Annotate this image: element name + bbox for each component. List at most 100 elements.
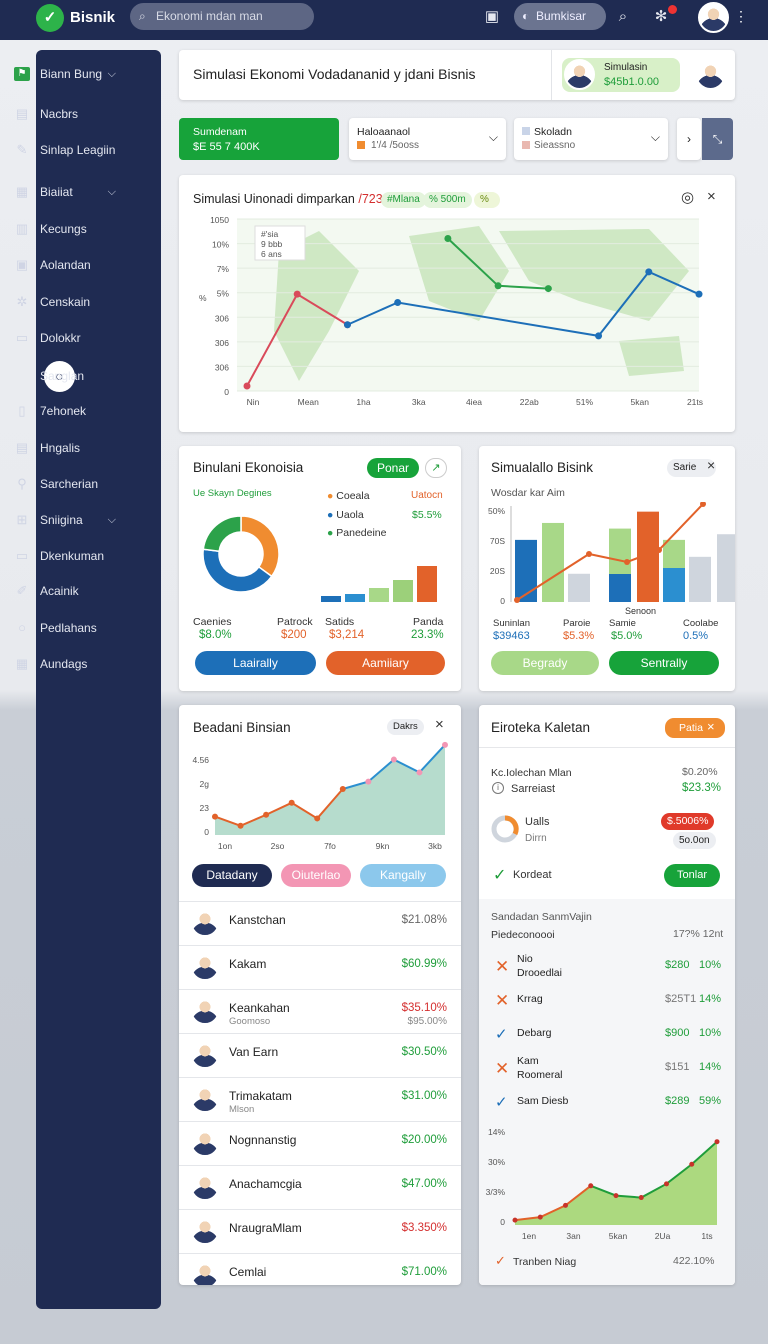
y-axis-icon: % (199, 293, 207, 303)
sidebar-item-0[interactable]: ⚑ Biann Bung ⌵ (12, 63, 122, 85)
x-tick-label: 1on (218, 841, 232, 851)
stat-value: 0.5% (683, 630, 709, 642)
search-icon: ⌕ (139, 9, 146, 23)
data-point (714, 1139, 720, 1145)
metric-item[interactable]: ✕ Krrag $25T1 14% (479, 983, 735, 1017)
more-icon[interactable]: ⋮ (734, 8, 748, 25)
person-avatar (190, 1039, 220, 1069)
sidebar-item-14[interactable]: ✐ Acainik (12, 580, 122, 602)
header-card: Simulasi Ekonomi Vodadananid y jdani Bis… (179, 50, 735, 100)
area-button-2[interactable]: Oiuterlao (281, 864, 351, 887)
sidebar-item-7[interactable]: ▭ Dolokkr (12, 327, 122, 349)
sidebar-item-11[interactable]: ⚲ Sarcherian (12, 473, 122, 495)
search-icon[interactable]: ⌕ (612, 2, 634, 32)
main-chart-svg: 1050 10% 7% 5% 306 306 306 0 Nin Mean 1ha 3ka 4iea 22… (199, 215, 703, 407)
metric-item[interactable]: ✓ Debarg $900 10% (479, 1017, 735, 1051)
search-input[interactable]: ⌕ Ekonomi mdan man (130, 3, 314, 30)
sidebar-item-5[interactable]: ▣ Aolandan (12, 254, 122, 276)
user-summary[interactable]: Simulasin $45b1.0.00 (562, 58, 680, 92)
chart-chip[interactable]: % 500m (423, 192, 472, 208)
area-button-3[interactable]: Kangally (360, 864, 446, 887)
sidebar-item-12[interactable]: ⊞ Sniigina ⌵ (12, 509, 122, 531)
sidebar-item-6[interactable]: ✲ Censkain (12, 291, 122, 313)
stat-value: $39463 (493, 630, 530, 642)
area-button-1[interactable]: Datadany (192, 864, 272, 887)
y-tick-label: 0 (204, 827, 209, 837)
metric-item[interactable]: ✕ Nio Drooedlai $280 10% (479, 949, 735, 983)
list-item[interactable]: Kakam $60.99% (179, 946, 461, 990)
list-item[interactable]: Trimakatam Mlson $31.00% (179, 1078, 461, 1122)
bar (717, 534, 735, 602)
user-value: $45b1.0.00 (604, 76, 660, 88)
topbar-button[interactable]: ◐ Bumkisar (514, 3, 606, 30)
list-item[interactable]: NraugraMlam $3.350% (179, 1210, 461, 1254)
calendar-icon[interactable]: ▣ (481, 2, 503, 32)
area-chip[interactable]: Dakrs (387, 719, 424, 735)
list-item[interactable]: Kanstchan $21.08% (179, 902, 461, 946)
y-tick-label: 3/3% (486, 1187, 506, 1197)
gray-chip: 5o.0on (673, 832, 716, 849)
metric-percent: 10% (699, 959, 722, 971)
pie-card: Binulani Ekonoisia Ponar ↗ Ue Skayn Degi… (179, 446, 461, 691)
person-avatar (190, 951, 220, 981)
pie-action-button-2[interactable]: Aamiiary (326, 651, 445, 675)
chart-chip[interactable]: % (474, 192, 501, 208)
data-point (390, 756, 397, 763)
sidebar-item-16[interactable]: ▦ Aundags (12, 653, 122, 675)
sidebar-item-2[interactable]: ✎ Sinlap Leagiin (12, 139, 122, 161)
y-tick-label: 5% (217, 289, 230, 299)
metric-label: Krrag (517, 993, 543, 1005)
close-icon[interactable]: × (435, 716, 444, 733)
sidebar-item-8[interactable]: Sanglan (12, 365, 122, 387)
dropdown-2[interactable]: Skoladn Sieassno ⌵ (514, 118, 668, 160)
summary-green-card[interactable]: Sumdenam $E 55 7 400K (179, 118, 339, 160)
data-point (237, 822, 244, 829)
gear-icon: ✲ (16, 294, 28, 309)
person-amount: $30.50% (401, 1046, 447, 1058)
chart-chip[interactable]: #Mlana (381, 192, 426, 208)
metric-item[interactable]: ✓ Sam Diesb $289 59% (479, 1085, 735, 1119)
bar-action-button-1[interactable]: Begrady (491, 651, 599, 675)
y-tick-label: 2g (200, 779, 210, 789)
profile-avatar[interactable] (695, 59, 726, 90)
person-name: Anachamcgia (229, 1177, 302, 1191)
sidebar-item-13[interactable]: ▭ Dkenkuman (12, 545, 122, 567)
close-icon[interactable]: × (707, 188, 716, 205)
expand-button[interactable]: ⤡ (702, 118, 733, 160)
confirm-button[interactable]: Tonlar (664, 864, 720, 887)
person-amount: $3.350% (401, 1222, 447, 1234)
y-tick-label: 4.56 (192, 755, 209, 765)
metric-item[interactable]: ✕ Kam Roomeral $151 14% (479, 1051, 735, 1085)
sidebar-item-4[interactable]: ▥ Kecungs (12, 218, 122, 240)
bar-action-button-2[interactable]: Sentrally (609, 651, 719, 675)
pie-action-button-1[interactable]: Laairally (195, 651, 316, 675)
cross-icon: ✕ (495, 1059, 510, 1078)
user-avatar[interactable] (698, 2, 729, 33)
bottom-area-chart-svg: 14% 30% 3/3% 0 1en 3an 5kan 2Ua 1ts (486, 1127, 720, 1241)
person-name: Kakam (229, 957, 267, 971)
list-item[interactable]: Van Earn $30.50% (179, 1034, 461, 1078)
data-point (314, 815, 321, 822)
chevron-down-icon: ⌵ (488, 130, 498, 144)
sidebar-item-9[interactable]: ▯ 7ehonek (12, 400, 122, 422)
list-item[interactable]: Cemlai $71.00% (179, 1254, 461, 1285)
pie-button[interactable]: Ponar (367, 458, 419, 478)
reset-icon[interactable]: ◎ (681, 188, 694, 206)
close-icon[interactable]: × (707, 457, 715, 473)
sidebar-item-15[interactable]: ○ Pedlahans (12, 617, 122, 639)
list-item[interactable]: Keankahan Goomoso $35.10% $95.00% (179, 990, 461, 1034)
sidebar-item-10[interactable]: ▤ Hngalis (12, 437, 122, 459)
sidebar-item-1[interactable]: ▤ Nacbrs (12, 103, 122, 125)
next-button[interactable]: › (677, 118, 701, 160)
trend-icon[interactable]: ↗ (425, 458, 447, 478)
mini-bar (417, 566, 437, 602)
close-icon[interactable]: × (707, 719, 715, 734)
stats-chip[interactable]: Patia (665, 718, 725, 738)
data-point (613, 1193, 619, 1199)
sidebar-item-3[interactable]: ▦ Biaiiat ⌵ (12, 181, 122, 203)
list-item[interactable]: Nognnanstig $20.00% (179, 1122, 461, 1166)
person-amount-2: $95.00% (407, 1016, 447, 1027)
dropdown-1[interactable]: Haloaanaol 1'/4 /5ooss ⌵ (349, 118, 506, 160)
app-logo-icon[interactable]: ✓ (36, 4, 64, 32)
list-item[interactable]: Anachamcgia $47.00% (179, 1166, 461, 1210)
